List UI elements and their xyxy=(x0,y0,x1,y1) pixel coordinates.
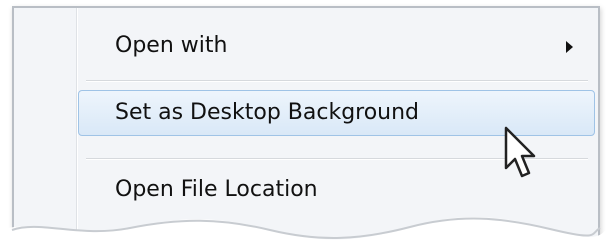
mouse-pointer-icon xyxy=(504,126,536,178)
torn-paper-edge xyxy=(0,217,609,245)
chevron-right-icon xyxy=(566,41,573,53)
menu-item-label: Set as Desktop Background xyxy=(115,100,420,125)
menu-item-label: Open File Location xyxy=(115,177,318,202)
menu-item-open-with[interactable]: Open with xyxy=(86,24,594,68)
menu-item-label: Open with xyxy=(115,33,228,58)
menu-separator xyxy=(86,80,588,82)
